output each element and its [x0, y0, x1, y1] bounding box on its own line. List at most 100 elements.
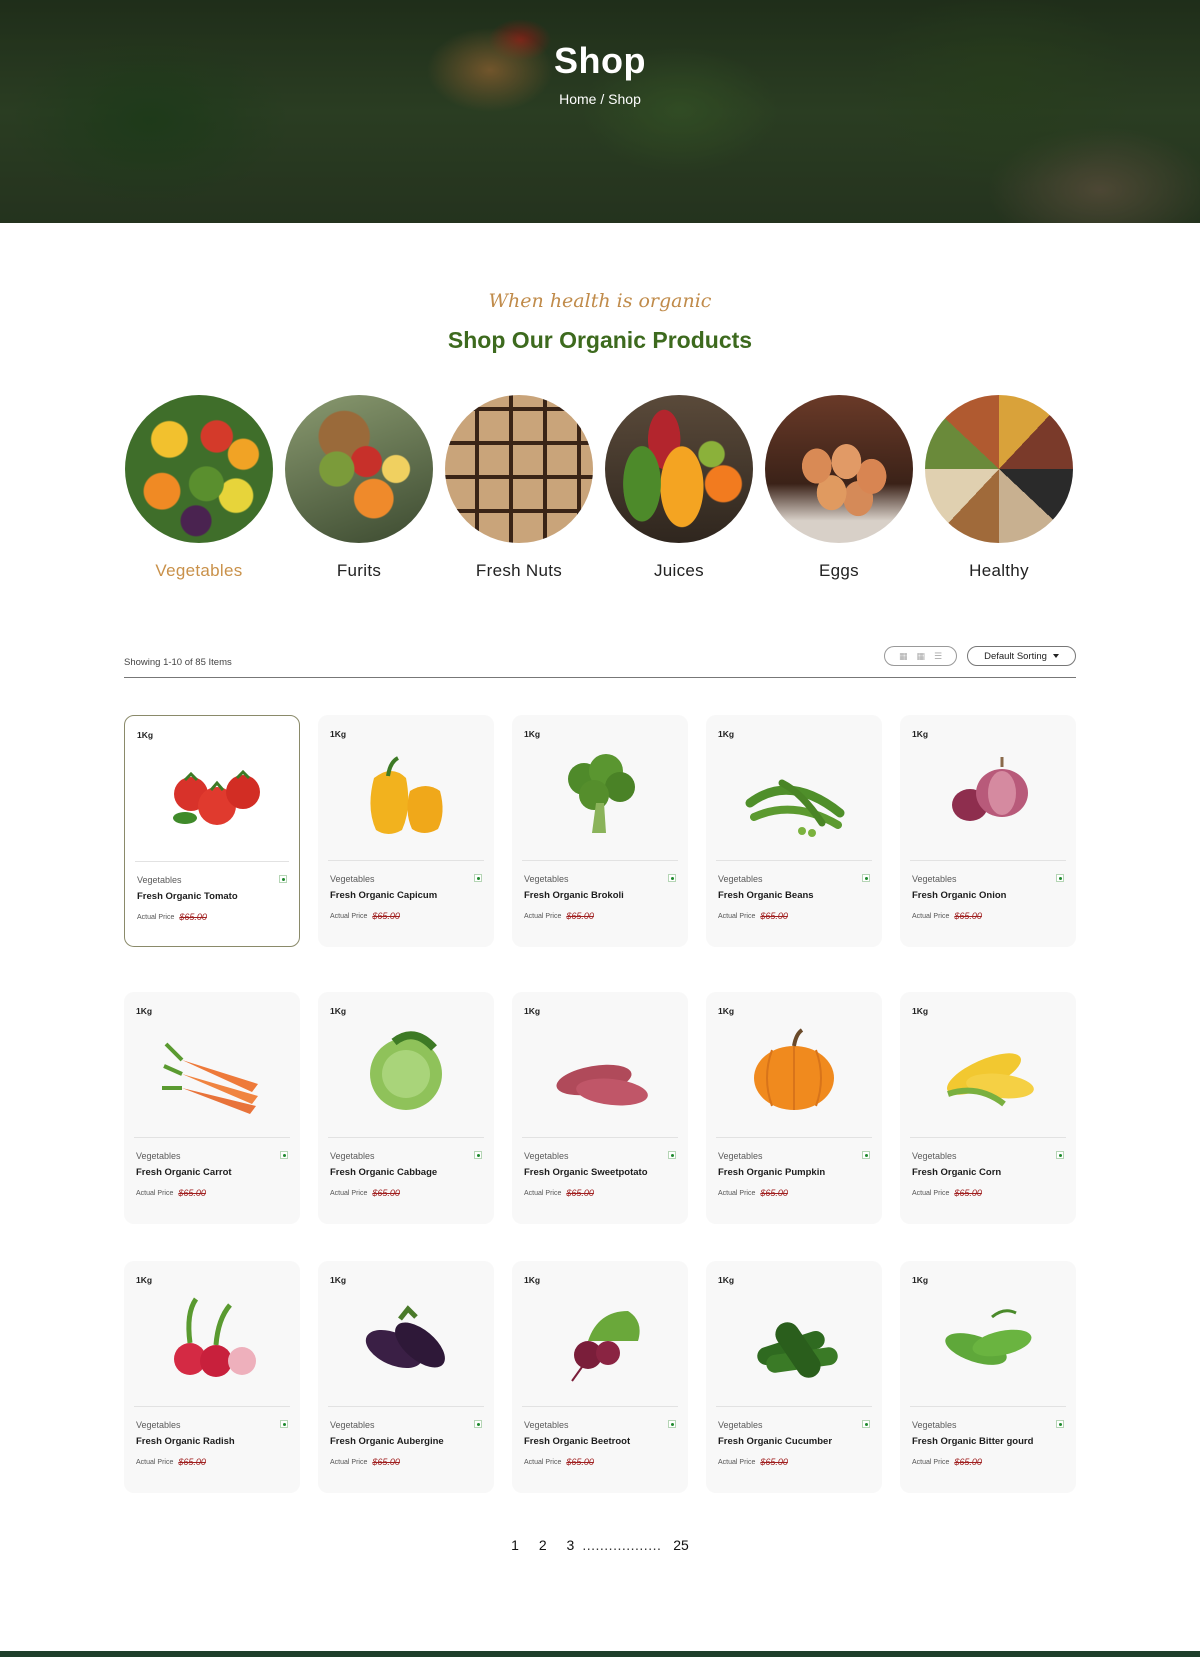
product-name: Fresh Organic Capicum: [330, 890, 438, 901]
product-card[interactable]: 1Kg Vegetables Fresh Organic Corn Actual…: [900, 992, 1076, 1224]
page-link-3[interactable]: 3: [567, 1537, 575, 1553]
price-value: $65.00: [566, 1457, 594, 1467]
product-card[interactable]: 1Kg Vegetables Fresh Organic Beans Actua…: [706, 715, 882, 947]
breadcrumb-separator: /: [600, 91, 605, 107]
view-toggle: ▦ ▦ ☰: [884, 646, 957, 666]
grid-large-view-icon[interactable]: ▦: [916, 651, 925, 662]
product-card[interactable]: 1Kg Vegetables Fresh Organic Tomato Actu…: [124, 715, 300, 947]
product-name: Fresh Organic Beetroot: [524, 1436, 631, 1447]
product-card[interactable]: 1Kg Vegetables Fresh Organic Carrot Actu…: [124, 992, 300, 1224]
category-vegetables[interactable]: Vegetables: [124, 395, 274, 581]
product-price: Actual Price $65.00: [136, 1188, 206, 1198]
price-value: $65.00: [178, 1457, 206, 1467]
price-label: Actual Price: [330, 912, 368, 920]
category-label: Furits: [336, 561, 382, 580]
product-weight: 1Kg: [330, 1006, 347, 1016]
category-juices[interactable]: Juices: [604, 395, 754, 581]
product-category: Vegetables: [524, 874, 569, 884]
product-price: Actual Price $65.00: [330, 1188, 400, 1198]
sort-label: Default Sorting: [984, 650, 1047, 662]
product-card[interactable]: 1Kg Vegetables Fresh Organic Bitter gour…: [900, 1261, 1076, 1493]
product-name: Fresh Organic Radish: [136, 1436, 235, 1447]
product-category: Vegetables: [912, 874, 957, 884]
page-link-2[interactable]: 2: [539, 1537, 547, 1553]
corn-image: [947, 1053, 1034, 1107]
product-card[interactable]: 1Kg Vegetables Fresh Organic Cabbage Act…: [318, 992, 494, 1224]
product-name: Fresh Organic Pumpkin: [718, 1167, 826, 1178]
category-fresh-nuts[interactable]: Fresh Nuts: [444, 395, 594, 581]
sort-dropdown[interactable]: Default Sorting: [967, 646, 1076, 666]
price-label: Actual Price: [524, 1458, 562, 1466]
price-value: $65.00: [178, 1188, 206, 1198]
product-weight: 1Kg: [912, 1006, 929, 1016]
veg-indicator-icon: [280, 1420, 288, 1428]
cabbage-image: [370, 1031, 442, 1110]
price-label: Actual Price: [718, 1458, 756, 1466]
product-category: Vegetables: [912, 1420, 957, 1430]
price-value: $65.00: [760, 911, 788, 921]
product-card[interactable]: 1Kg Vegetables Fresh Organic Beetroot Ac…: [512, 1261, 688, 1493]
price-label: Actual Price: [524, 1189, 562, 1197]
price-value: $65.00: [566, 1188, 594, 1198]
breadcrumb: Home / Shop: [0, 91, 1200, 107]
product-card[interactable]: 1Kg Vegetables Fresh Organic Pumpkin Act…: [706, 992, 882, 1224]
product-card[interactable]: 1Kg Vegetables Fresh Organic Capicum Act…: [318, 715, 494, 947]
price-label: Actual Price: [718, 912, 756, 920]
product-card[interactable]: 1Kg Vegetables Fresh Organic Onion Actua…: [900, 715, 1076, 947]
card-divider: [522, 1406, 678, 1407]
veg-indicator-icon: [862, 874, 870, 882]
grid-small-view-icon[interactable]: ▦: [899, 651, 908, 662]
product-weight: 1Kg: [718, 1275, 735, 1285]
nuts-image: [445, 395, 593, 543]
product-price: Actual Price $65.00: [912, 911, 982, 921]
price-label: Actual Price: [718, 1189, 756, 1197]
veg-indicator-icon: [1056, 1151, 1064, 1159]
price-label: Actual Price: [524, 912, 562, 920]
juices-image: [605, 395, 753, 543]
card-divider: [135, 861, 289, 862]
cucumber-image: [757, 1322, 838, 1378]
price-value: $65.00: [954, 911, 982, 921]
bitter-gourd-image: [945, 1309, 1032, 1365]
pagination: 1 2 3.................. 25: [0, 1537, 1200, 1553]
product-weight: 1Kg: [912, 1275, 929, 1285]
results-count: Showing 1-10 of 85 Items: [124, 657, 232, 668]
product-price: Actual Price $65.00: [136, 1457, 206, 1467]
product-category: Vegetables: [136, 1420, 181, 1430]
product-card[interactable]: 1Kg Vegetables Fresh Organic Aubergine A…: [318, 1261, 494, 1493]
product-card[interactable]: 1Kg Vegetables Fresh Organic Cucumber Ac…: [706, 1261, 882, 1493]
product-card[interactable]: 1Kg Vegetables Fresh Organic Radish Actu…: [124, 1261, 300, 1493]
product-card[interactable]: 1Kg Vegetables Fresh Organic Sweetpotato…: [512, 992, 688, 1224]
product-category: Vegetables: [718, 1420, 763, 1430]
veg-indicator-icon: [1056, 874, 1064, 882]
product-category: Vegetables: [330, 874, 375, 884]
price-value: $65.00: [372, 1188, 400, 1198]
category-furits[interactable]: Furits: [284, 395, 434, 581]
price-value: $65.00: [760, 1457, 788, 1467]
product-price: Actual Price $65.00: [912, 1188, 982, 1198]
category-eggs[interactable]: Eggs: [764, 395, 914, 581]
carrot-image: [162, 1042, 258, 1114]
breadcrumb-home-link[interactable]: Home: [559, 91, 596, 107]
category-healthy[interactable]: Healthy: [924, 395, 1074, 581]
price-label: Actual Price: [137, 913, 175, 921]
page-link-1[interactable]: 1: [511, 1537, 519, 1553]
page-title: Shop: [554, 40, 646, 81]
card-divider: [522, 860, 678, 861]
product-name: Fresh Organic Onion: [912, 890, 1007, 901]
product-name: Fresh Organic Bitter gourd: [912, 1436, 1034, 1447]
category-label: Healthy: [969, 561, 1029, 580]
category-list: Vegetables Furits Fresh Nuts Juices Eggs…: [124, 395, 1076, 585]
fruits-image: [285, 395, 433, 543]
product-card[interactable]: 1Kg Vegetables Fresh Organic Brokoli Act…: [512, 715, 688, 947]
card-divider: [910, 1406, 1066, 1407]
broccoli-image: [568, 754, 635, 833]
price-label: Actual Price: [330, 1458, 368, 1466]
page-link-last[interactable]: 25: [673, 1537, 689, 1553]
product-weight: 1Kg: [137, 730, 154, 740]
list-view-icon[interactable]: ☰: [934, 651, 942, 662]
price-value: $65.00: [954, 1188, 982, 1198]
product-name: Fresh Organic Sweetpotato: [524, 1167, 648, 1178]
product-name: Fresh Organic Cabbage: [330, 1167, 438, 1178]
tomato-image: [173, 769, 260, 825]
